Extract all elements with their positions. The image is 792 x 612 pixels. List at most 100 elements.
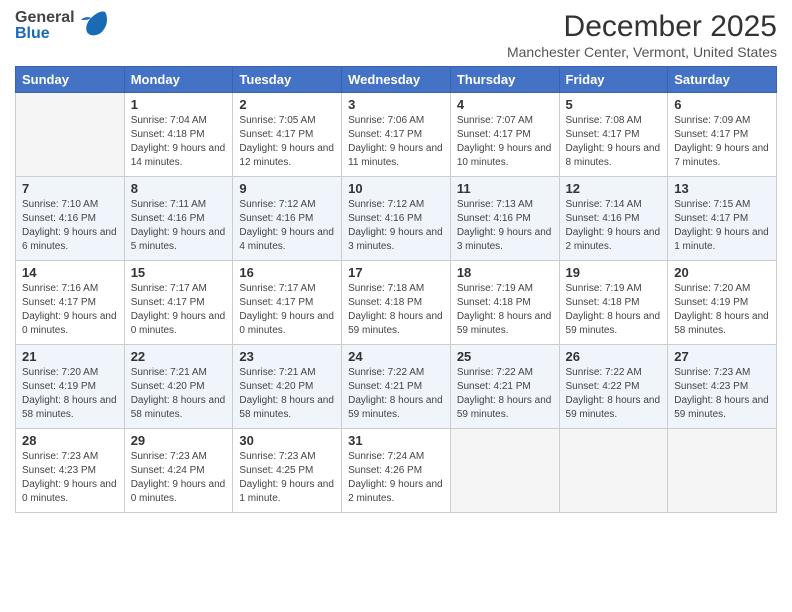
day-number: 26 <box>566 349 662 364</box>
col-monday: Monday <box>124 67 233 93</box>
day-number: 17 <box>348 265 444 280</box>
logo: General Blue <box>15 10 109 42</box>
day-number: 15 <box>131 265 227 280</box>
day-info: Sunrise: 7:18 AMSunset: 4:18 PMDaylight:… <box>348 282 444 338</box>
calendar-week-row: 7 Sunrise: 7:10 AMSunset: 4:16 PMDaylight… <box>16 177 777 261</box>
calendar-day-cell: 24 Sunrise: 7:22 AMSunset: 4:21 PMDayligh… <box>342 345 451 429</box>
day-info: Sunrise: 7:23 AMSunset: 4:24 PMDaylight:… <box>131 450 227 506</box>
calendar-day-cell: 1Sunrise: 7:04 AMSunset: 4:18 PMDaylight… <box>124 93 233 177</box>
day-number: 4 <box>457 97 553 112</box>
day-number: 22 <box>131 349 227 364</box>
day-info: Sunrise: 7:20 AMSunset: 4:19 PMDaylight:… <box>674 282 770 338</box>
day-info: Sunrise: 7:20 AMSunset: 4:19 PMDaylight:… <box>22 366 118 422</box>
calendar-day-cell <box>450 429 559 513</box>
day-number: 30 <box>239 433 335 448</box>
col-wednesday: Wednesday <box>342 67 451 93</box>
calendar-day-cell: 26Sunrise: 7:22 AMSunset: 4:22 PMDayligh… <box>559 345 668 429</box>
calendar-day-cell: 27 Sunrise: 7:23 AMSunset: 4:23 PMDayligh… <box>668 345 777 429</box>
header: General Blue December 2025 Manchester Ce… <box>15 10 777 60</box>
calendar-day-cell: 14Sunrise: 7:16 AMSunset: 4:17 PMDayligh… <box>16 261 125 345</box>
day-number: 12 <box>566 181 662 196</box>
day-number: 7 <box>22 181 118 196</box>
calendar-day-cell: 22 Sunrise: 7:21 AMSunset: 4:20 PMDayligh… <box>124 345 233 429</box>
title-section: December 2025 Manchester Center, Vermont… <box>507 10 777 60</box>
day-number: 27 <box>674 349 770 364</box>
day-info: Sunrise: 7:09 AMSunset: 4:17 PMDaylight:… <box>674 114 770 170</box>
day-number: 6 <box>674 97 770 112</box>
calendar-day-cell: 31Sunrise: 7:24 AMSunset: 4:26 PMDayligh… <box>342 429 451 513</box>
day-info: Sunrise: 7:21 AMSunset: 4:20 PMDaylight:… <box>239 366 335 422</box>
calendar-day-cell <box>559 429 668 513</box>
calendar-day-cell: 10 Sunrise: 7:12 AMSunset: 4:16 PMDayligh… <box>342 177 451 261</box>
day-info: Sunrise: 7:21 AMSunset: 4:20 PMDaylight:… <box>131 366 227 422</box>
day-info: Sunrise: 7:14 AMSunset: 4:16 PMDaylight:… <box>566 198 662 254</box>
day-number: 11 <box>457 181 553 196</box>
calendar-day-cell: 19Sunrise: 7:19 AMSunset: 4:18 PMDayligh… <box>559 261 668 345</box>
day-info: Sunrise: 7:22 AMSunset: 4:21 PMDaylight:… <box>348 366 444 422</box>
col-friday: Friday <box>559 67 668 93</box>
calendar-day-cell <box>16 93 125 177</box>
day-info: Sunrise: 7:08 AMSunset: 4:17 PMDaylight:… <box>566 114 662 170</box>
day-number: 8 <box>131 181 227 196</box>
day-info: Sunrise: 7:05 AMSunset: 4:17 PMDaylight:… <box>239 114 335 170</box>
page-container: General Blue December 2025 Manchester Ce… <box>0 0 792 523</box>
calendar-day-cell: 20Sunrise: 7:20 AMSunset: 4:19 PMDayligh… <box>668 261 777 345</box>
day-number: 3 <box>348 97 444 112</box>
calendar-week-row: 1Sunrise: 7:04 AMSunset: 4:18 PMDaylight… <box>16 93 777 177</box>
day-number: 21 <box>22 349 118 364</box>
month-title: December 2025 <box>507 10 777 44</box>
calendar-day-cell: 18 Sunrise: 7:19 AMSunset: 4:18 PMDayligh… <box>450 261 559 345</box>
day-info: Sunrise: 7:19 AMSunset: 4:18 PMDaylight:… <box>457 282 553 338</box>
calendar-day-cell: 12 Sunrise: 7:14 AMSunset: 4:16 PMDayligh… <box>559 177 668 261</box>
col-thursday: Thursday <box>450 67 559 93</box>
calendar-header-row: Sunday Monday Tuesday Wednesday Thursday… <box>16 67 777 93</box>
day-info: Sunrise: 7:23 AMSunset: 4:23 PMDaylight:… <box>674 366 770 422</box>
day-number: 18 <box>457 265 553 280</box>
calendar-day-cell: 11Sunrise: 7:13 AMSunset: 4:16 PMDayligh… <box>450 177 559 261</box>
day-info: Sunrise: 7:24 AMSunset: 4:26 PMDaylight:… <box>348 450 444 506</box>
calendar-day-cell: 17 Sunrise: 7:18 AMSunset: 4:18 PMDayligh… <box>342 261 451 345</box>
calendar-day-cell <box>668 429 777 513</box>
col-sunday: Sunday <box>16 67 125 93</box>
day-info: Sunrise: 7:10 AMSunset: 4:16 PMDaylight:… <box>22 198 118 254</box>
calendar-day-cell: 4 Sunrise: 7:07 AMSunset: 4:17 PMDaylight… <box>450 93 559 177</box>
day-info: Sunrise: 7:23 AMSunset: 4:23 PMDaylight:… <box>22 450 118 506</box>
day-info: Sunrise: 7:11 AMSunset: 4:16 PMDaylight:… <box>131 198 227 254</box>
day-info: Sunrise: 7:07 AMSunset: 4:17 PMDaylight:… <box>457 114 553 170</box>
calendar-table: Sunday Monday Tuesday Wednesday Thursday… <box>15 66 777 513</box>
day-info: Sunrise: 7:22 AMSunset: 4:21 PMDaylight:… <box>457 366 553 422</box>
day-number: 9 <box>239 181 335 196</box>
day-number: 1 <box>131 97 227 112</box>
day-info: Sunrise: 7:15 AMSunset: 4:17 PMDaylight:… <box>674 198 770 254</box>
day-info: Sunrise: 7:06 AMSunset: 4:17 PMDaylight:… <box>348 114 444 170</box>
day-number: 10 <box>348 181 444 196</box>
day-info: Sunrise: 7:23 AMSunset: 4:25 PMDaylight:… <box>239 450 335 506</box>
day-number: 13 <box>674 181 770 196</box>
day-number: 5 <box>566 97 662 112</box>
logo-bird-icon <box>77 10 109 38</box>
calendar-day-cell: 30 Sunrise: 7:23 AMSunset: 4:25 PMDayligh… <box>233 429 342 513</box>
calendar-day-cell: 5 Sunrise: 7:08 AMSunset: 4:17 PMDaylight… <box>559 93 668 177</box>
calendar-day-cell: 16Sunrise: 7:17 AMSunset: 4:17 PMDayligh… <box>233 261 342 345</box>
location: Manchester Center, Vermont, United State… <box>507 44 777 60</box>
col-saturday: Saturday <box>668 67 777 93</box>
calendar-week-row: 14Sunrise: 7:16 AMSunset: 4:17 PMDayligh… <box>16 261 777 345</box>
day-number: 25 <box>457 349 553 364</box>
day-info: Sunrise: 7:19 AMSunset: 4:18 PMDaylight:… <box>566 282 662 338</box>
day-info: Sunrise: 7:12 AMSunset: 4:16 PMDaylight:… <box>348 198 444 254</box>
calendar-day-cell: 9Sunrise: 7:12 AMSunset: 4:16 PMDaylight… <box>233 177 342 261</box>
day-number: 24 <box>348 349 444 364</box>
day-info: Sunrise: 7:16 AMSunset: 4:17 PMDaylight:… <box>22 282 118 338</box>
calendar-day-cell: 15Sunrise: 7:17 AMSunset: 4:17 PMDayligh… <box>124 261 233 345</box>
calendar-day-cell: 13 Sunrise: 7:15 AMSunset: 4:17 PMDayligh… <box>668 177 777 261</box>
logo-blue-text: Blue <box>15 26 75 42</box>
col-tuesday: Tuesday <box>233 67 342 93</box>
calendar-week-row: 21 Sunrise: 7:20 AMSunset: 4:19 PMDayligh… <box>16 345 777 429</box>
calendar-day-cell: 2Sunrise: 7:05 AMSunset: 4:17 PMDaylight… <box>233 93 342 177</box>
calendar-day-cell: 3 Sunrise: 7:06 AMSunset: 4:17 PMDaylight… <box>342 93 451 177</box>
day-number: 28 <box>22 433 118 448</box>
calendar-day-cell: 8 Sunrise: 7:11 AMSunset: 4:16 PMDaylight… <box>124 177 233 261</box>
day-number: 16 <box>239 265 335 280</box>
calendar-day-cell: 6 Sunrise: 7:09 AMSunset: 4:17 PMDaylight… <box>668 93 777 177</box>
logo-general-text: General <box>15 10 75 26</box>
